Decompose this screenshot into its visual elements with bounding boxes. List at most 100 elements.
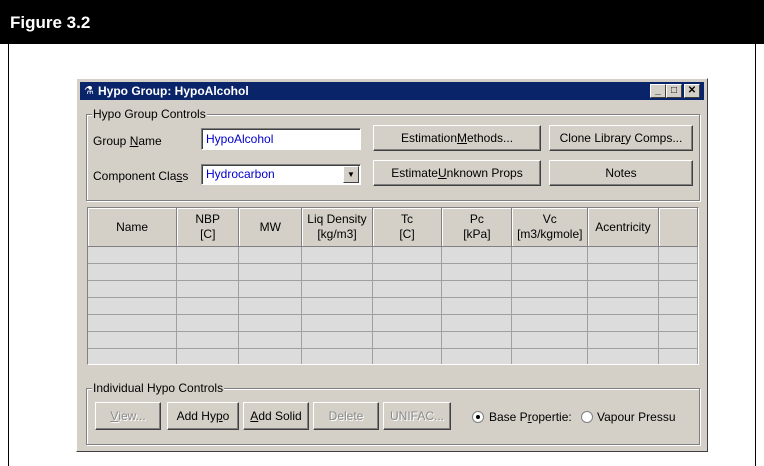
grid-cell[interactable]	[587, 314, 659, 332]
grid-cell[interactable]	[441, 348, 513, 364]
grid-cell[interactable]	[88, 246, 178, 264]
unifac-button[interactable]: UNIFAC...	[383, 402, 451, 430]
vapour-pressure-label[interactable]: Vapour Pressu	[597, 410, 697, 424]
grid-cell[interactable]	[301, 314, 373, 332]
grid-cell[interactable]	[511, 348, 589, 364]
grid-cell[interactable]	[301, 280, 373, 298]
grid-cell[interactable]	[238, 348, 303, 364]
grid-cell[interactable]	[88, 263, 178, 281]
grid-cell[interactable]	[176, 348, 240, 364]
view-button[interactable]: View...	[95, 402, 161, 430]
maximize-button[interactable]: □	[666, 84, 682, 98]
grid-cell[interactable]	[238, 331, 303, 349]
chevron-down-icon[interactable]: ▼	[343, 166, 359, 183]
grid-cell[interactable]	[587, 297, 659, 315]
grid-cell[interactable]	[511, 263, 589, 281]
grid-cell[interactable]	[441, 263, 513, 281]
grid-cell[interactable]	[511, 331, 589, 349]
notes-button[interactable]: Notes	[549, 160, 693, 186]
grid-cell[interactable]	[176, 314, 240, 332]
delete-button[interactable]: Delete	[313, 402, 379, 430]
component-class-select[interactable]: Hydrocarbon ▼	[201, 164, 361, 185]
grid-cell[interactable]	[88, 314, 178, 332]
grid-cell[interactable]	[587, 263, 659, 281]
grid-cell[interactable]	[176, 297, 240, 315]
grid-cell[interactable]	[658, 297, 698, 315]
grid-cell[interactable]	[238, 297, 303, 315]
grid-cell[interactable]	[511, 280, 589, 298]
grid-cell[interactable]	[658, 331, 698, 349]
column-header[interactable]: NBP [C]	[176, 208, 240, 247]
grid-cell[interactable]	[238, 263, 303, 281]
grid-cell[interactable]	[511, 246, 589, 264]
grid-cell[interactable]	[441, 297, 513, 315]
column-header[interactable]: Acentricity	[587, 208, 659, 247]
base-properties-radio[interactable]	[472, 411, 484, 423]
grid-cell[interactable]	[176, 331, 240, 349]
grid-cell[interactable]	[441, 246, 513, 264]
column-header[interactable]	[658, 208, 698, 247]
grid-cell[interactable]	[238, 314, 303, 332]
column-header-line1: Liq Density	[307, 212, 367, 226]
grid-cell[interactable]	[301, 297, 373, 315]
grid-cell[interactable]	[372, 246, 443, 264]
hypo-components-grid[interactable]: Name NBP [C] MW Liq Density [kg/m3] Tc [C] Pc [kP…	[87, 207, 699, 365]
minimize-button[interactable]: _	[650, 84, 666, 98]
clone-library-comps-button[interactable]: Clone Libra r y Comps...	[549, 125, 693, 151]
add-hypo-accel: p	[215, 409, 223, 423]
grid-cell[interactable]	[441, 314, 513, 332]
grid-cell[interactable]	[301, 348, 373, 364]
vapour-pressure-radio[interactable]	[581, 411, 593, 423]
group-name-label: Group Name	[93, 134, 162, 148]
grid-cell[interactable]	[658, 246, 698, 264]
grid-cell[interactable]	[238, 280, 303, 298]
column-header[interactable]: Name	[88, 208, 178, 247]
grid-cell[interactable]	[372, 314, 443, 332]
grid-cell[interactable]	[301, 263, 373, 281]
column-header[interactable]: Tc [C]	[372, 208, 443, 247]
grid-cell[interactable]	[372, 297, 443, 315]
estimation-methods-button[interactable]: Estimation Methods...	[373, 125, 541, 151]
grid-cell[interactable]	[441, 280, 513, 298]
grid-cell[interactable]	[176, 246, 240, 264]
grid-cell[interactable]	[88, 331, 178, 349]
grid-cell[interactable]	[587, 246, 659, 264]
grid-cell[interactable]	[238, 246, 303, 264]
estimation-methods-post: ethods...	[467, 131, 514, 145]
column-header[interactable]: Liq Density [kg/m3]	[301, 208, 373, 247]
grid-cell[interactable]	[658, 348, 698, 364]
column-header-line2: [C]	[200, 227, 216, 241]
grid-cell[interactable]	[587, 348, 659, 364]
close-button[interactable]: ✕	[684, 84, 700, 98]
column-header[interactable]: Pc [kPa]	[441, 208, 513, 247]
grid-cell[interactable]	[88, 297, 178, 315]
grid-cell[interactable]	[372, 331, 443, 349]
grid-cell[interactable]	[658, 314, 698, 332]
group-name-input[interactable]: HypoAlcohol	[201, 128, 361, 150]
grid-cell[interactable]	[511, 314, 589, 332]
grid-cell[interactable]	[301, 331, 373, 349]
grid-cell[interactable]	[176, 280, 240, 298]
grid-cell[interactable]	[176, 263, 240, 281]
grid-cell[interactable]	[372, 348, 443, 364]
grid-cell[interactable]	[88, 280, 178, 298]
estimate-unknown-props-button[interactable]: Estimate Unknown Props	[373, 160, 541, 186]
column-header[interactable]: Vc [m3/kgmole]	[511, 208, 589, 247]
grid-cell[interactable]	[587, 331, 659, 349]
grid-cell[interactable]	[88, 348, 178, 364]
grid-cell[interactable]	[658, 263, 698, 281]
grid-cell[interactable]	[372, 263, 443, 281]
grid-cell[interactable]	[511, 297, 589, 315]
column-header[interactable]: MW	[238, 208, 303, 247]
grid-cell[interactable]	[587, 280, 659, 298]
grid-cell[interactable]	[441, 331, 513, 349]
add-solid-button[interactable]: Add Solid	[243, 402, 309, 430]
grid-cell[interactable]	[301, 246, 373, 264]
grid-cell[interactable]	[372, 280, 443, 298]
base-properties-label[interactable]: Base Propertie:	[489, 410, 581, 424]
grid-cell[interactable]	[658, 280, 698, 298]
window-titlebar[interactable]: ⚗ Hypo Group: HypoAlcohol _ □ ✕	[80, 82, 704, 100]
hypo-group-controls: Hypo Group Controls Group Name HypoAlcoh…	[86, 107, 700, 201]
add-hypo-button[interactable]: Add Hy p o	[167, 402, 239, 430]
table-row	[88, 263, 698, 281]
